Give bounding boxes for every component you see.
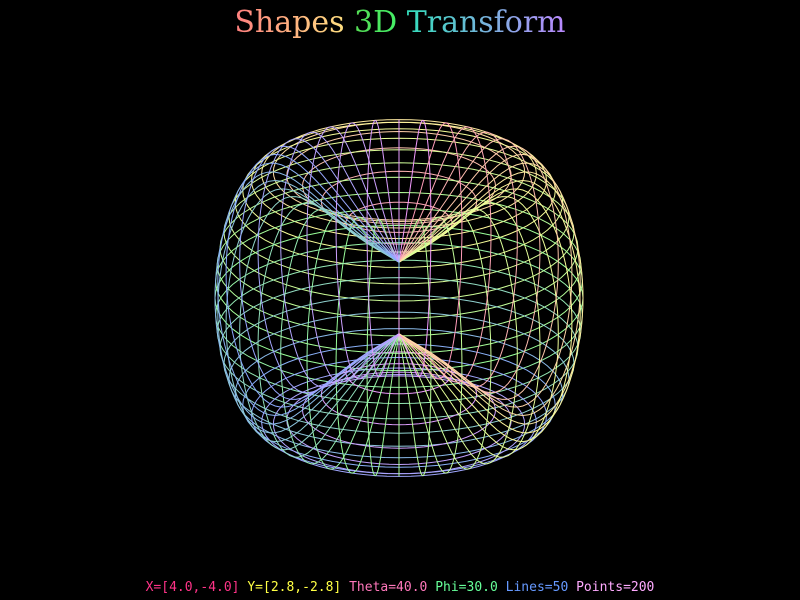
title-word-3d: 3D <box>354 5 398 40</box>
points-readout: Points=200 <box>576 580 655 595</box>
phi-readout: Phi=30.0 <box>435 580 498 595</box>
lines-readout: Lines=50 <box>505 580 569 595</box>
title-word-shapes: Shapes <box>234 5 345 40</box>
status-bar: X=[4.0,-4.0] Y=[2.8,-2.8] Theta=40.0 Phi… <box>0 579 800 597</box>
wireframe-canvas[interactable] <box>0 0 800 600</box>
y-range-readout: Y=[2.8,-2.8] <box>247 580 342 595</box>
title-word-transform: Transform <box>406 5 566 40</box>
theta-readout: Theta=40.0 <box>349 580 428 595</box>
x-range-readout: X=[4.0,-4.0] <box>145 580 240 595</box>
page-title: Shapes 3D Transform <box>0 4 800 42</box>
wireframe-shape <box>214 119 584 477</box>
render-window[interactable]: Shapes 3D Transform X=[4.0,-4.0] Y=[2.8,… <box>0 0 800 600</box>
